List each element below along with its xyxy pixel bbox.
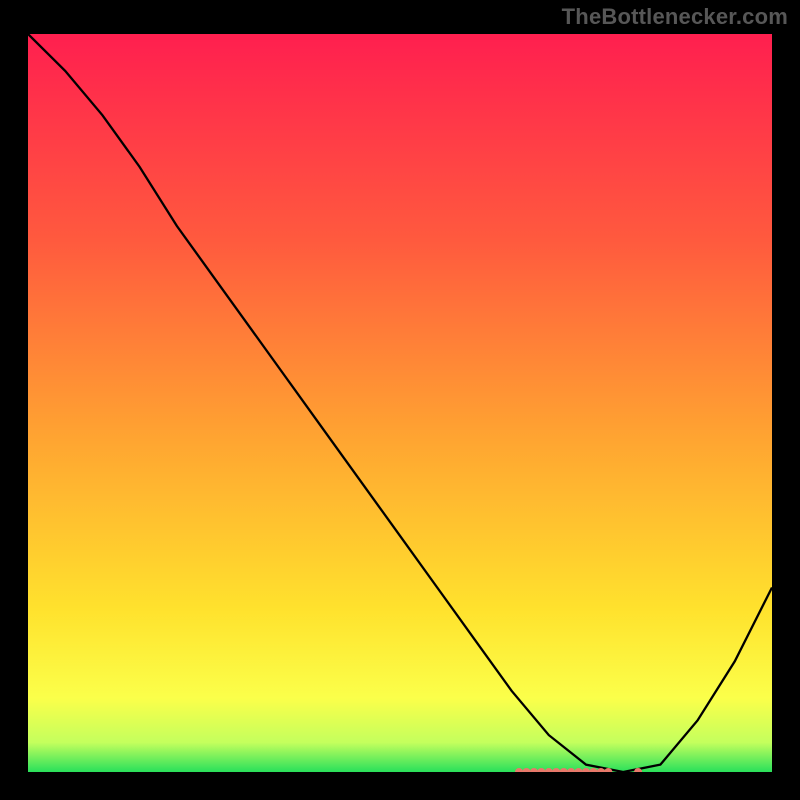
chart-frame: TheBottlenecker.com <box>0 0 800 800</box>
gradient-background <box>28 34 772 772</box>
watermark-text: TheBottlenecker.com <box>562 4 788 30</box>
chart-plot-area <box>28 34 772 772</box>
chart-svg <box>28 34 772 772</box>
